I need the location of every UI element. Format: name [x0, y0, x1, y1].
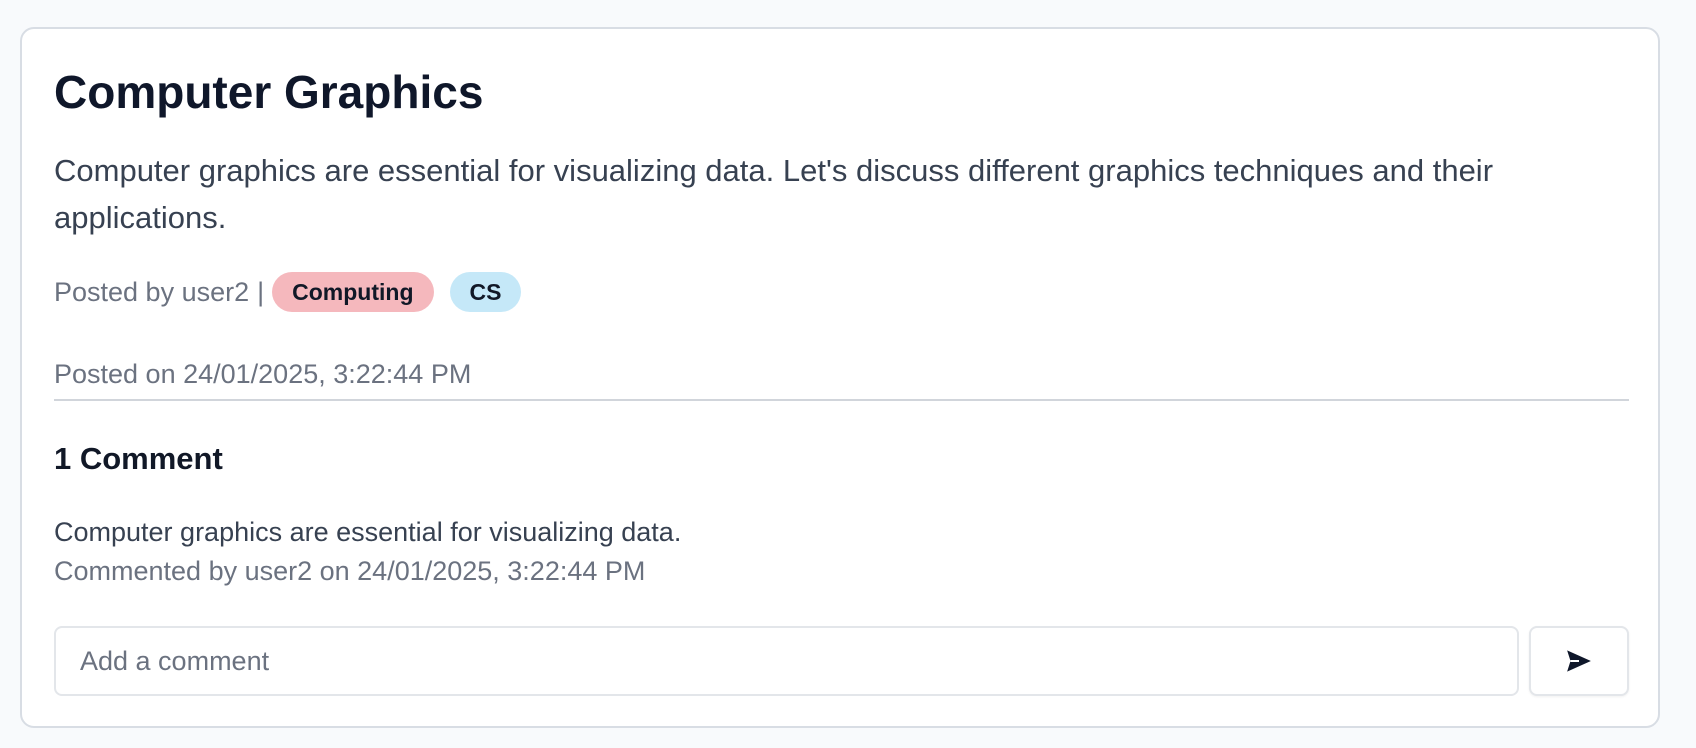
posted-on-timestamp: Posted on 24/01/2025, 3:22:44 PM	[54, 359, 472, 389]
tag-computing[interactable]: Computing	[272, 272, 434, 312]
post-body: Computer graphics are essential for visu…	[54, 153, 1494, 235]
comments-count-heading: 1 Comment	[54, 441, 223, 476]
post-title: Computer Graphics	[54, 66, 484, 118]
posted-by: Posted by user2	[54, 276, 250, 307]
divider	[54, 399, 1629, 401]
tag-cs[interactable]: CS	[449, 272, 522, 312]
post-meta-row: Posted by user2 | Computing CS	[54, 271, 522, 313]
comment-text: Computer graphics are essential for visu…	[54, 517, 682, 547]
send-comment-button[interactable]	[1529, 626, 1629, 696]
meta-separator: |	[257, 276, 265, 307]
comment-meta: Commented by user2 on 24/01/2025, 3:22:4…	[54, 556, 646, 586]
post-card: Computer Graphics Computer graphics are …	[20, 27, 1660, 728]
send-icon	[1564, 646, 1594, 676]
comment-input[interactable]	[54, 626, 1519, 696]
